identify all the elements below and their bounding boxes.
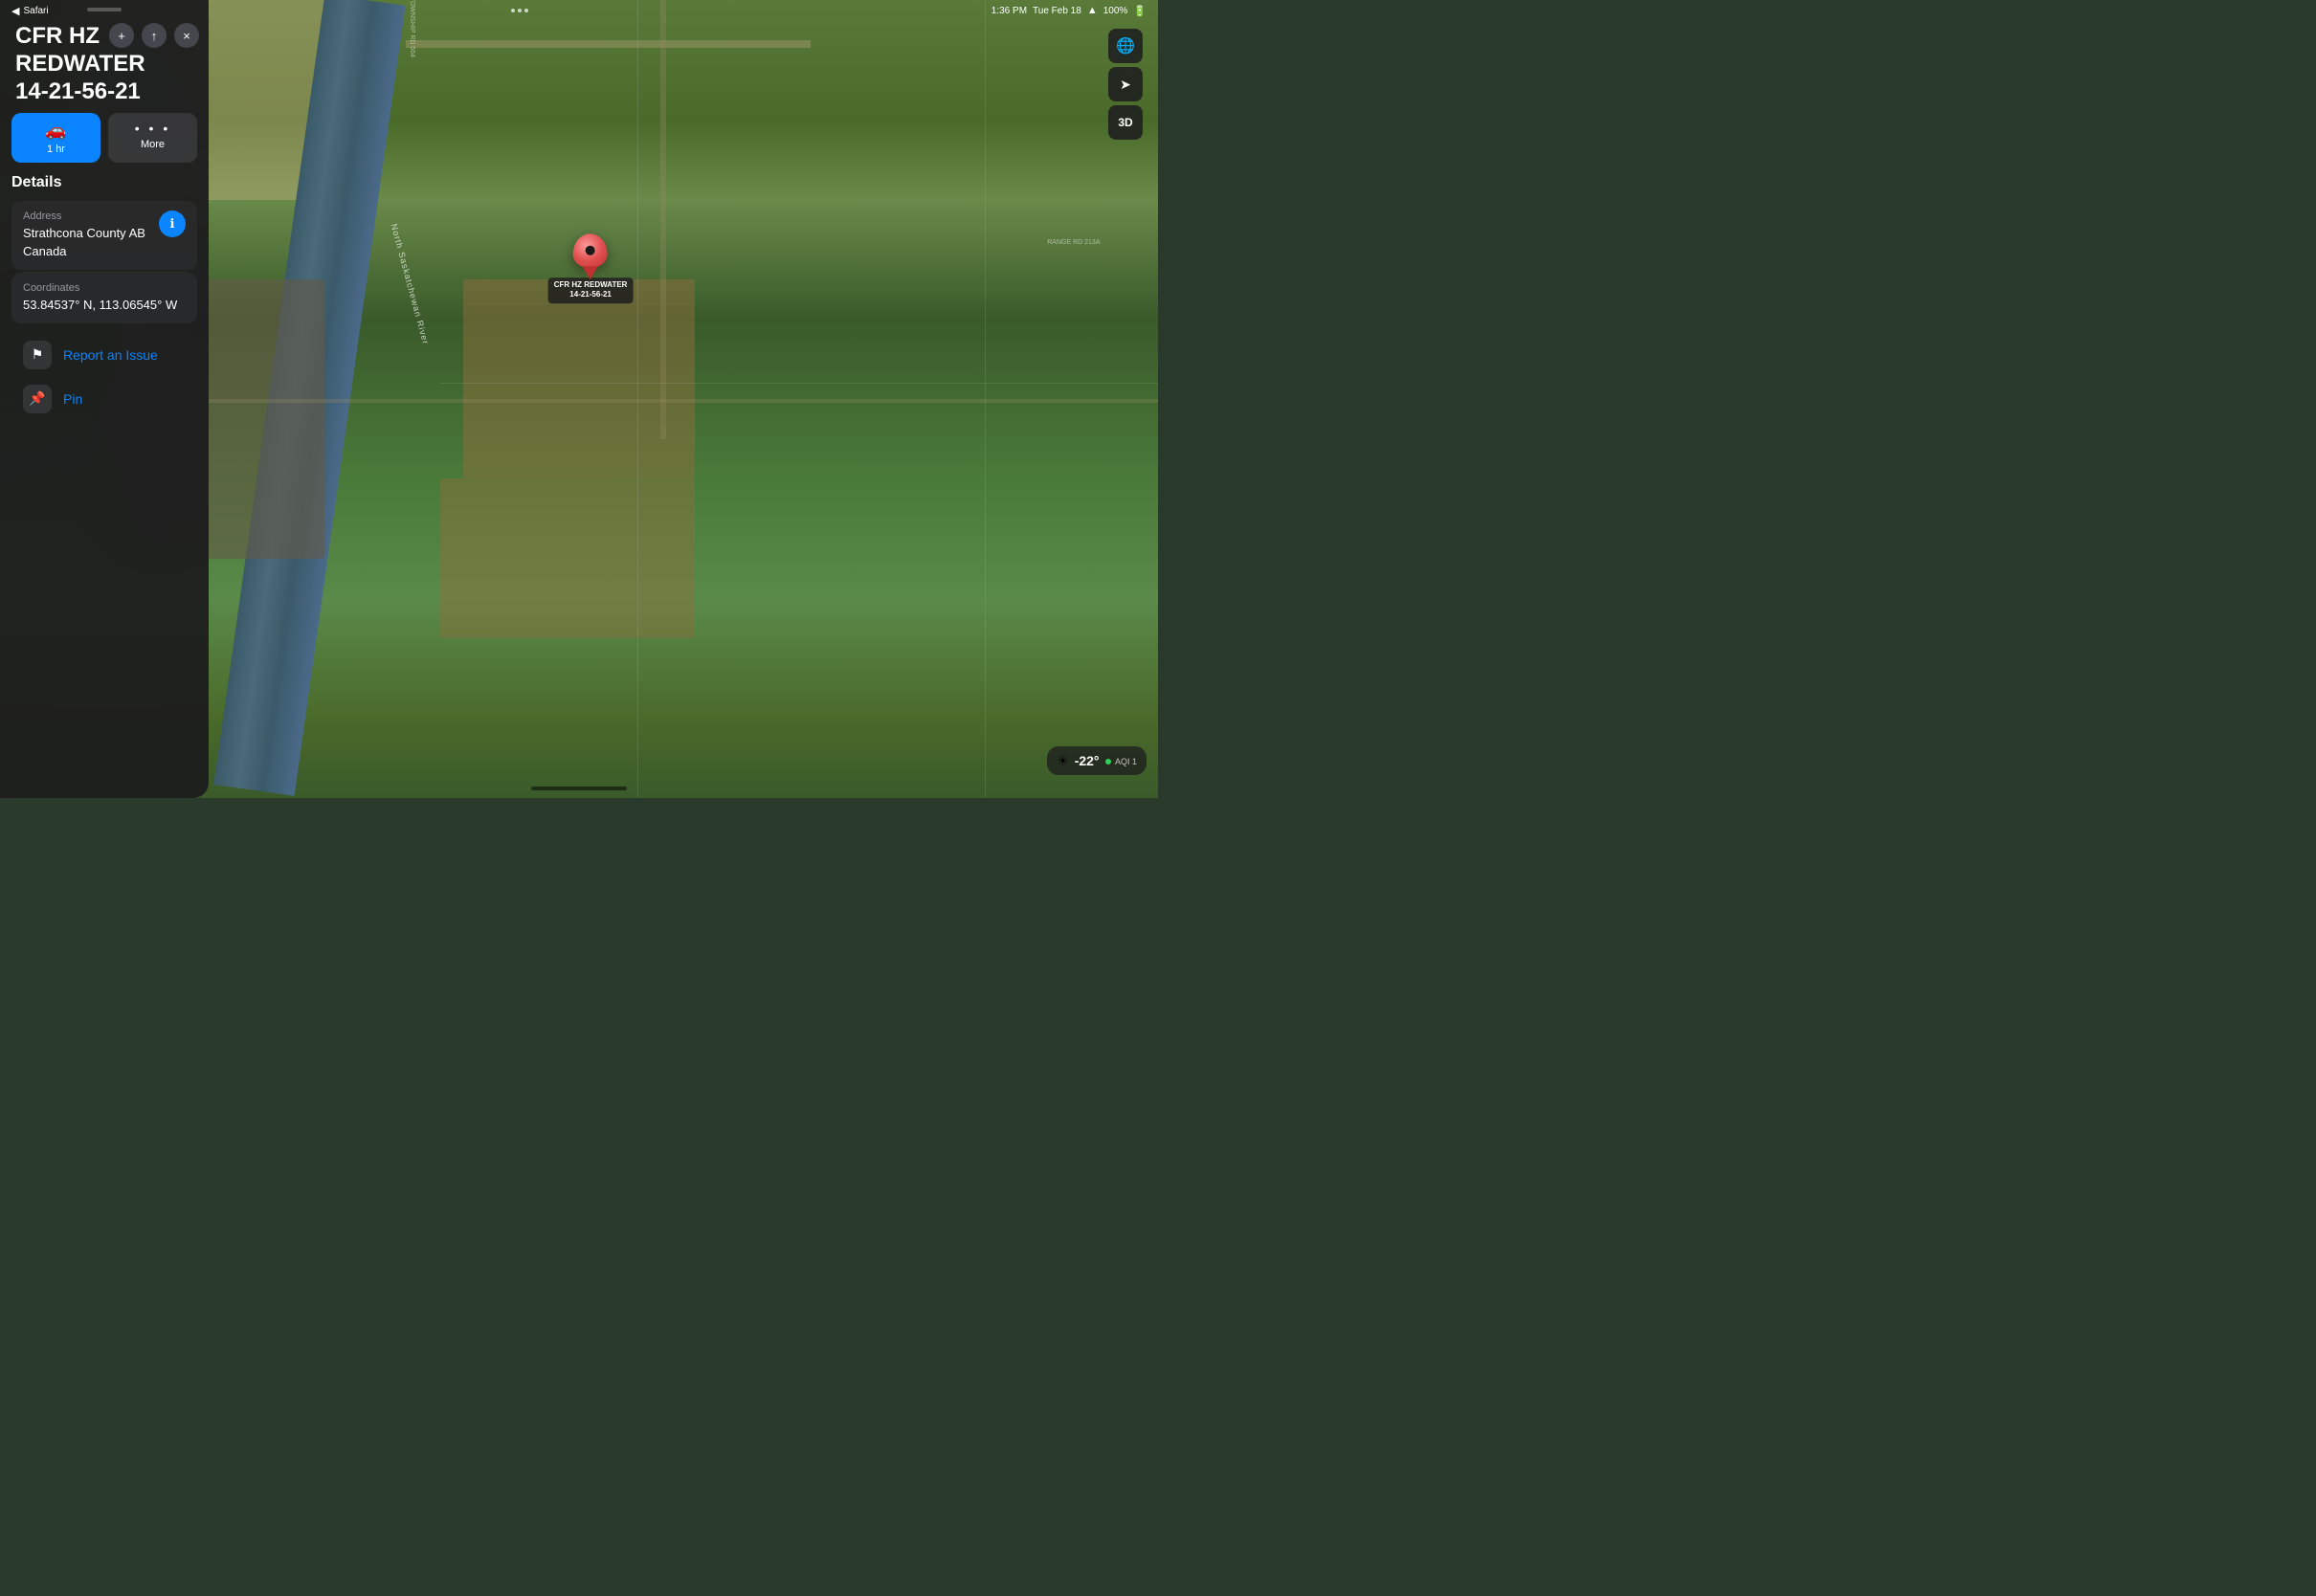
car-icon: 🚗 — [45, 121, 66, 141]
flag-icon: ⚑ — [32, 346, 44, 363]
info-icon: ℹ — [170, 216, 175, 232]
location-arrow-icon: ➤ — [1120, 77, 1131, 93]
status-right: 1:36 PM Tue Feb 18 ▲ 100% 🔋 — [991, 5, 1147, 17]
pin-item-icon: 📌 — [23, 385, 52, 413]
range-road-label: RANGE RD 213A — [1047, 239, 1100, 246]
back-arrow[interactable]: ◀ — [11, 5, 19, 17]
address-line2: Canada — [23, 243, 145, 260]
aqi-display: AQI 1 — [1105, 752, 1137, 769]
pin-label: CFR HZ REDWATER 14-21-56-21 — [548, 277, 634, 303]
aqi-label: AQI 1 — [1115, 757, 1137, 766]
address-label: Address — [23, 211, 145, 222]
location-button[interactable]: ➤ — [1108, 67, 1143, 101]
3d-label: 3D — [1118, 116, 1132, 129]
map-grid-line-v2 — [985, 0, 986, 798]
globe-icon: 🌐 — [1116, 36, 1135, 55]
globe-button[interactable]: 🌐 — [1108, 29, 1143, 63]
battery-percent: 100% — [1103, 6, 1128, 16]
maps-info-button[interactable]: ℹ — [159, 211, 186, 237]
address-content: Address Strathcona County AB Canada — [23, 211, 145, 259]
weather-sun-icon: ☀ — [1057, 753, 1069, 769]
status-left: ◀ Safari — [11, 5, 49, 17]
map-controls: 🌐 ➤ 3D — [1108, 29, 1143, 140]
battery-icon: 🔋 — [1133, 5, 1147, 17]
time-display: 1:36 PM — [991, 6, 1027, 16]
address-row: Address Strathcona County AB Canada ℹ — [23, 211, 186, 259]
details-heading: Details — [11, 174, 197, 191]
home-indicator[interactable] — [531, 787, 627, 790]
coordinates-card: Coordinates 53.84537° N, 113.06545° W — [11, 273, 197, 323]
location-pin[interactable]: CFR HZ REDWATER 14-21-56-21 — [548, 233, 634, 303]
pin-marker — [573, 233, 608, 274]
pin-label-text: Pin — [63, 391, 82, 407]
status-dot-2 — [518, 9, 522, 12]
coordinates-label: Coordinates — [23, 282, 186, 294]
map-grid-line-h1 — [440, 383, 1158, 384]
river-label: North Saskatchewan River — [390, 223, 431, 346]
app-name: Safari — [23, 6, 48, 16]
side-panel: CFR HZ REDWATER 14-21-56-21 + ↑ × 🚗 1 hr… — [0, 0, 209, 798]
status-center — [511, 9, 528, 12]
map-road-1 — [406, 40, 812, 48]
add-button[interactable]: + — [109, 23, 134, 48]
address-card: Address Strathcona County AB Canada ℹ — [11, 201, 197, 269]
temperature-display: -22° — [1075, 753, 1100, 768]
pin-item[interactable]: 📌 Pin — [11, 377, 197, 421]
more-button[interactable]: • • • More — [108, 113, 197, 163]
status-dot-3 — [524, 9, 528, 12]
status-dot-1 — [511, 9, 515, 12]
map-grid-line-v1 — [637, 0, 638, 798]
status-bar: ◀ Safari 1:36 PM Tue Feb 18 ▲ 100% 🔋 — [0, 0, 1158, 21]
date-display: Tue Feb 18 — [1033, 6, 1081, 16]
pin-dot — [586, 246, 595, 255]
report-issue-label: Report an Issue — [63, 347, 158, 363]
map-field-brown2 — [440, 478, 695, 638]
directions-button[interactable]: 🚗 1 hr — [11, 113, 100, 163]
map-road-3 — [660, 0, 666, 439]
share-button[interactable]: ↑ — [142, 23, 167, 48]
wifi-icon: ▲ — [1087, 5, 1098, 16]
directions-label: 1 hr — [47, 144, 65, 155]
report-issue-item[interactable]: ⚑ Report an Issue — [11, 333, 197, 377]
more-dots-icon: • • • — [135, 121, 170, 136]
pin-circle — [573, 233, 608, 268]
action-buttons-row: 🚗 1 hr • • • More — [0, 113, 209, 163]
header-buttons: + ↑ × — [109, 23, 199, 48]
more-label: More — [141, 139, 165, 150]
coordinates-value: 53.84537° N, 113.06545° W — [23, 297, 186, 314]
address-line1: Strathcona County AB — [23, 225, 145, 242]
3d-button[interactable]: 3D — [1108, 105, 1143, 140]
close-button[interactable]: × — [174, 23, 199, 48]
aqi-dot — [1105, 759, 1111, 765]
panel-header: CFR HZ REDWATER 14-21-56-21 + ↑ × — [0, 11, 209, 113]
details-section: Details Address Strathcona County AB Can… — [0, 174, 209, 798]
report-issue-icon: ⚑ — [23, 341, 52, 369]
pin-icon: 📌 — [29, 390, 45, 407]
weather-widget[interactable]: ☀ -22° AQI 1 — [1047, 746, 1147, 775]
